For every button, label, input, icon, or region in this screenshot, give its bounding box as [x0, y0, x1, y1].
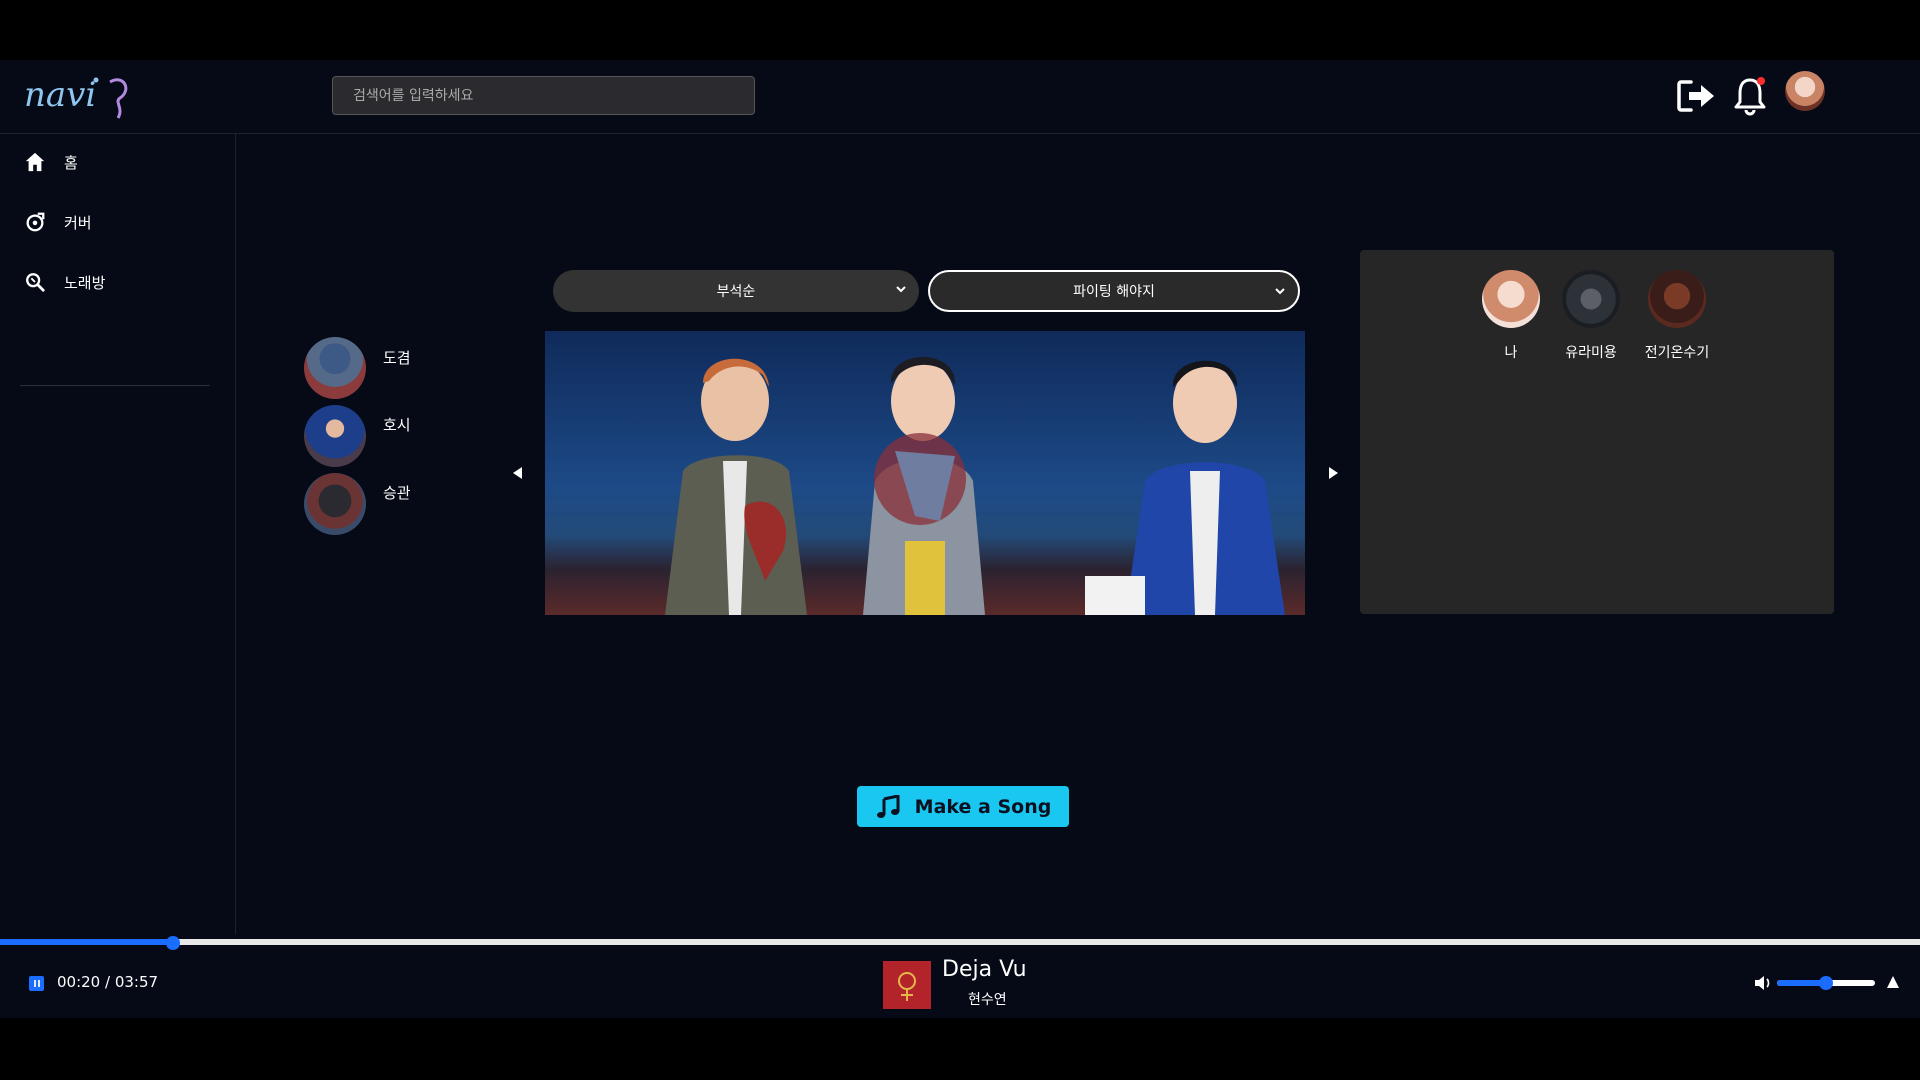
- make-a-song-label: Make a Song: [914, 795, 1052, 818]
- search-input[interactable]: [332, 76, 755, 115]
- navi-logo[interactable]: navi: [24, 68, 134, 124]
- singer-avatar-2[interactable]: [304, 405, 366, 467]
- group-photo: [545, 331, 1305, 615]
- progress-fill: [0, 939, 173, 945]
- sidebar-item-cover[interactable]: 커버: [24, 208, 92, 236]
- expand-player-icon[interactable]: [1886, 975, 1900, 989]
- volume-slider[interactable]: [1777, 976, 1875, 990]
- carousel-prev-icon[interactable]: [510, 465, 526, 481]
- make-a-song-button[interactable]: Make a Song: [857, 786, 1069, 827]
- sidebar-item-label: 홈: [64, 153, 78, 172]
- karaoke-search-icon: [26, 273, 45, 292]
- singer-avatar-1[interactable]: [304, 337, 366, 399]
- logout-icon[interactable]: [1675, 74, 1719, 118]
- user-avatar[interactable]: [1785, 71, 1825, 111]
- progress-knob[interactable]: [165, 936, 180, 950]
- singer-name-2: 호시: [383, 416, 411, 434]
- playback-time: 00:20 / 03:57: [57, 973, 159, 991]
- chevron-down-icon: [896, 286, 906, 293]
- singer-name-1: 도겸: [383, 349, 411, 367]
- home-icon: [25, 152, 45, 172]
- sidebar-item-label: 커버: [64, 213, 92, 232]
- notification-dot: [1757, 77, 1765, 85]
- top-header: navi: [0, 60, 1920, 134]
- volume-icon[interactable]: [1754, 975, 1772, 991]
- song-artist: 현수연: [968, 992, 1007, 1008]
- unit-select-value: 부석순: [716, 284, 756, 300]
- sidebar: 홈 커버 노래방: [0, 134, 236, 934]
- carousel-next-icon[interactable]: [1325, 465, 1341, 481]
- participant-name-2: 유라미용: [1565, 345, 1617, 361]
- music-note-icon: [876, 794, 900, 818]
- participant-avatar-1[interactable]: [1482, 270, 1540, 328]
- album-cover: [883, 961, 931, 1009]
- pause-button[interactable]: [29, 976, 44, 991]
- bell-icon[interactable]: [1728, 74, 1772, 118]
- sidebar-item-karaoke[interactable]: 노래방: [24, 268, 105, 296]
- song-select[interactable]: 파이팅 해야지: [928, 270, 1300, 312]
- playback-progress-bar[interactable]: [0, 936, 1920, 950]
- participant-name-3: 전기온수기: [1644, 345, 1710, 361]
- song-select-value: 파이팅 해야지: [1073, 284, 1155, 300]
- participant-avatar-3[interactable]: [1648, 270, 1706, 328]
- svg-text:navi: navi: [24, 75, 96, 115]
- sidebar-item-label: 노래방: [64, 273, 106, 292]
- sidebar-item-home[interactable]: 홈: [24, 148, 78, 176]
- song-title: Deja Vu: [942, 957, 1027, 982]
- sidebar-divider: [20, 385, 210, 386]
- app-window: navi 홈 커버: [0, 60, 1920, 1018]
- unit-select[interactable]: 부석순: [553, 270, 919, 312]
- singer-avatar-3[interactable]: [304, 473, 366, 535]
- chevron-down-icon: [1275, 288, 1285, 295]
- participants-panel: 나 유라미용 전기온수기: [1360, 250, 1834, 614]
- singer-name-3: 승관: [383, 484, 411, 502]
- cover-icon: [26, 212, 45, 232]
- volume-knob[interactable]: [1819, 976, 1833, 990]
- progress-track: [0, 939, 1920, 945]
- participant-avatar-2[interactable]: [1562, 270, 1620, 328]
